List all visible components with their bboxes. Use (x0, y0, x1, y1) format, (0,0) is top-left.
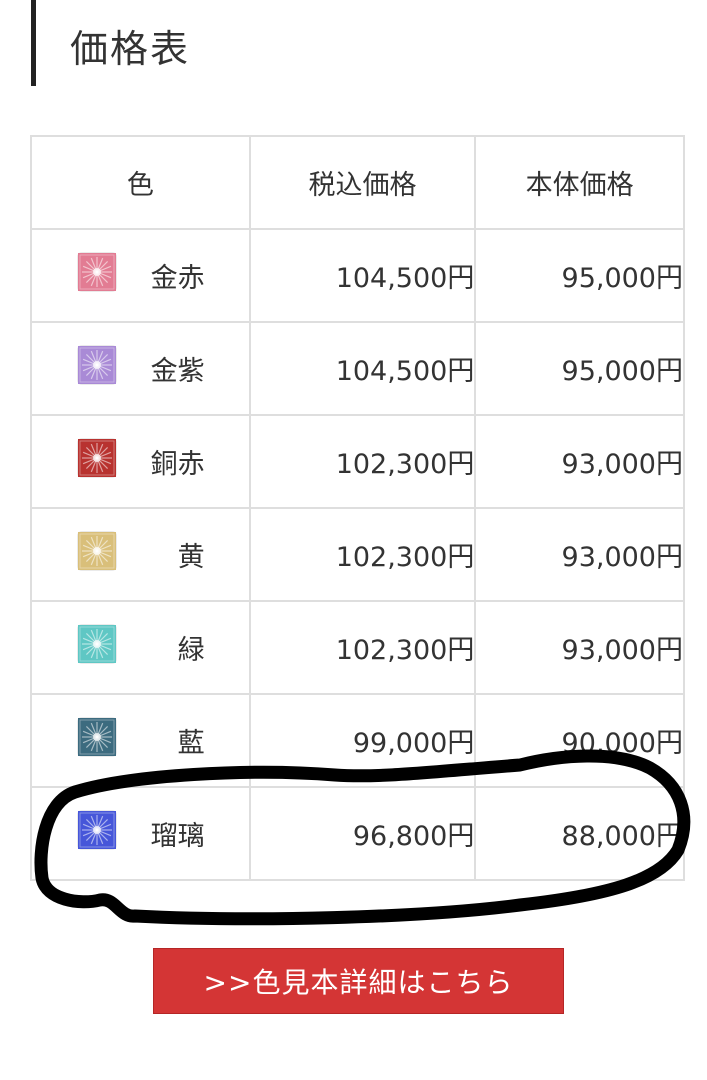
tax-price: 104,500円 (248, 321, 477, 416)
color-name: 藍 (177, 728, 205, 759)
table-row: 藍 99,000円 90,000円 (30, 693, 685, 788)
color-cell: 銅赤 (30, 414, 251, 509)
color-name: 銅赤 (150, 449, 205, 480)
color-cell: 緑 (30, 600, 251, 695)
header-tax-price: 税込価格 (248, 135, 477, 230)
header-base-price: 本体価格 (474, 135, 685, 230)
color-swatch-icon (78, 811, 116, 849)
color-swatch-icon (78, 625, 116, 663)
base-price: 95,000円 (474, 228, 685, 323)
table-row: 金紫 104,500円 95,000円 (30, 321, 685, 416)
color-swatch-icon (78, 532, 116, 570)
color-swatch-icon (78, 718, 116, 756)
color-name: 瑠璃 (150, 821, 205, 852)
color-cell: 黄 (30, 507, 251, 602)
color-name: 金赤 (150, 263, 205, 294)
base-price: 88,000円 (474, 786, 685, 881)
table-row: 黄 102,300円 93,000円 (30, 507, 685, 602)
color-name: 金紫 (150, 356, 205, 387)
color-name: 黄 (177, 542, 205, 573)
table-row: 銅赤 102,300円 93,000円 (30, 414, 685, 509)
tax-price: 99,000円 (248, 693, 477, 788)
color-cell: 金赤 (30, 228, 251, 323)
heading-accent-bar (31, 0, 36, 86)
base-price: 95,000円 (474, 321, 685, 416)
base-price: 93,000円 (474, 600, 685, 695)
header-color: 色 (30, 135, 251, 230)
color-sample-details-button[interactable]: >>色見本詳細はこちら (153, 948, 564, 1014)
table-header-row: 色 税込価格 本体価格 (30, 135, 685, 230)
color-cell: 藍 (30, 693, 251, 788)
color-cell: 瑠璃 (30, 786, 251, 881)
tax-price: 104,500円 (248, 228, 477, 323)
base-price: 93,000円 (474, 507, 685, 602)
base-price: 93,000円 (474, 414, 685, 509)
tax-price: 102,300円 (248, 600, 477, 695)
tax-price: 96,800円 (248, 786, 477, 881)
base-price: 90,000円 (474, 693, 685, 788)
color-swatch-icon (78, 253, 116, 291)
tax-price: 102,300円 (248, 414, 477, 509)
price-table: 色 税込価格 本体価格 金赤 104,500円 95,000円 金紫 104,5… (30, 135, 685, 881)
color-swatch-icon (78, 439, 116, 477)
page-title: 価格表 (70, 27, 191, 71)
table-row: 瑠璃 96,800円 88,000円 (30, 786, 685, 881)
table-row: 金赤 104,500円 95,000円 (30, 228, 685, 323)
color-swatch-icon (78, 346, 116, 384)
table-row: 緑 102,300円 93,000円 (30, 600, 685, 695)
color-cell: 金紫 (30, 321, 251, 416)
tax-price: 102,300円 (248, 507, 477, 602)
color-name: 緑 (177, 635, 205, 666)
